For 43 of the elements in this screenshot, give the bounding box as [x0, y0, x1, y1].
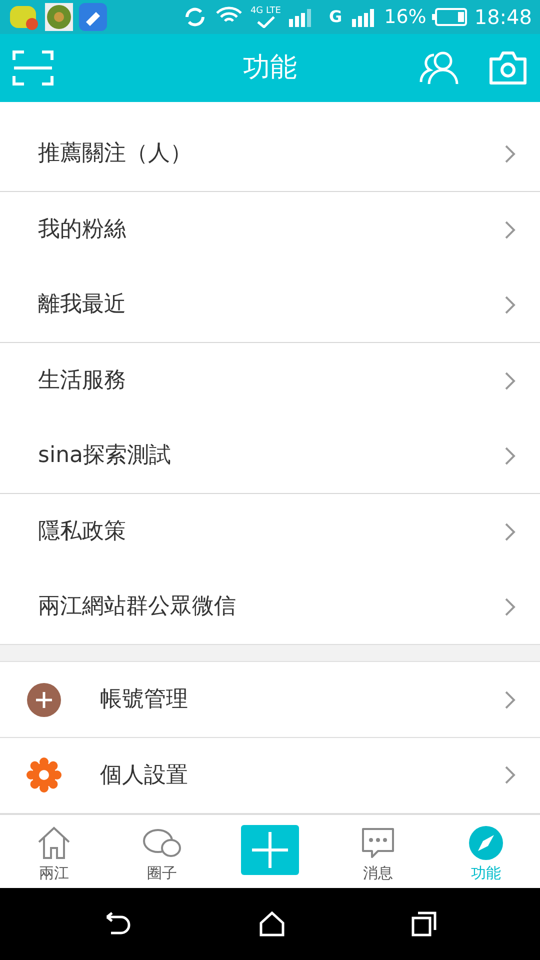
plus-circle-icon — [26, 682, 62, 718]
check-icon — [256, 16, 276, 28]
chevron-right-icon — [504, 144, 516, 164]
add-button[interactable] — [241, 825, 299, 875]
battery-percent: 16% — [384, 4, 426, 30]
menu-label: 兩江網站群公眾微信 — [38, 593, 236, 621]
plus-icon — [250, 830, 290, 870]
message-icon — [360, 826, 396, 860]
house-icon — [36, 826, 72, 860]
chevron-right-icon — [504, 294, 516, 314]
chevron-right-icon — [504, 522, 516, 542]
menu-label: 生活服務 — [38, 367, 126, 395]
tab[interactable]: 消息 — [324, 815, 432, 888]
menu-label: 個人設置 — [100, 762, 188, 790]
people-icon[interactable] — [418, 50, 460, 86]
recent-apps-icon[interactable] — [411, 911, 437, 937]
gear-icon — [26, 757, 62, 793]
chevron-right-icon — [504, 370, 516, 390]
menu-label: 帳號管理 — [100, 686, 188, 714]
tab[interactable]: 兩江 — [0, 815, 108, 888]
page-title: 功能 — [243, 50, 297, 85]
chevron-right-icon — [504, 446, 516, 466]
clock: 18:48 — [474, 4, 532, 31]
chevron-right-icon — [504, 765, 516, 785]
app-icon — [78, 2, 108, 32]
menu-label: 隱私政策 — [38, 518, 126, 546]
network-label: G — [328, 6, 342, 28]
chevron-right-icon — [504, 596, 516, 616]
chat-bubbles-icon — [142, 828, 182, 860]
network-label: 4G LTE — [250, 6, 281, 16]
menu-label: sina探索測試 — [38, 442, 171, 470]
home-icon[interactable] — [259, 911, 285, 937]
chevron-right-icon — [504, 220, 516, 240]
menu-label: 推薦關注（人） — [38, 140, 192, 168]
scan-icon[interactable] — [12, 48, 54, 88]
chevron-right-icon — [504, 690, 516, 710]
compass-icon — [469, 826, 503, 860]
battery-icon — [432, 7, 468, 27]
menu-label: 我的粉絲 — [38, 216, 126, 244]
app-icon — [44, 2, 74, 32]
menu-label: 離我最近 — [38, 291, 126, 319]
camera-icon[interactable] — [488, 50, 528, 86]
tab[interactable]: 圈子 — [108, 815, 216, 888]
